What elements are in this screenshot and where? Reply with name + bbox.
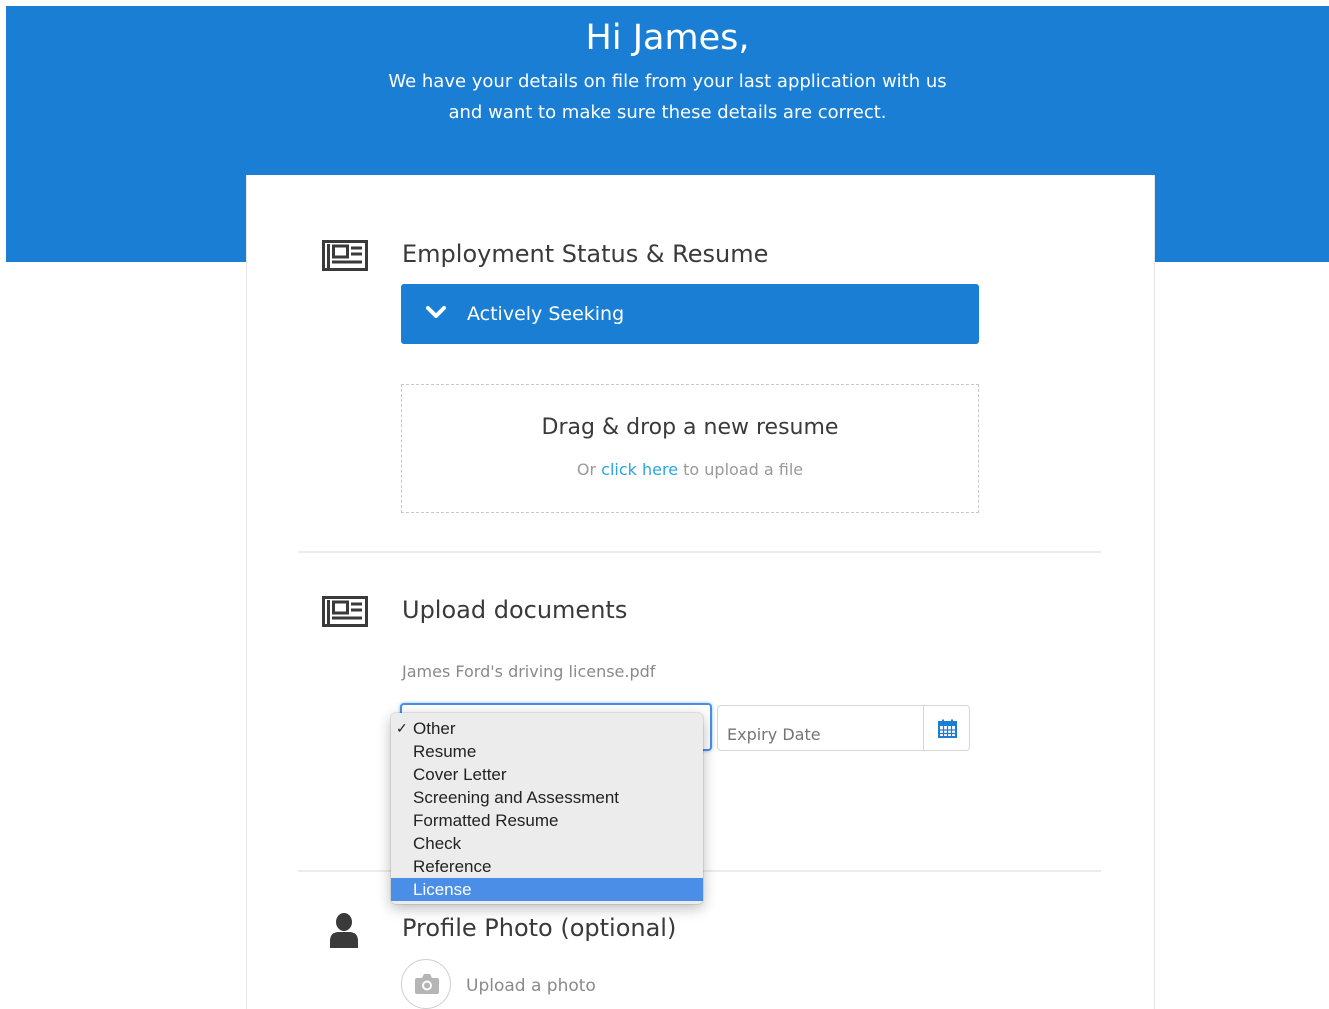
resume-dropzone[interactable]: Drag & drop a new resume Or click here t…	[401, 384, 979, 513]
camera-icon	[415, 974, 439, 994]
profile-photo-section-title: Profile Photo (optional)	[402, 914, 677, 942]
dropdown-option-label: Check	[413, 834, 462, 853]
document-filename: James Ford's driving license.pdf	[402, 662, 656, 681]
dropdown-option-label: Resume	[413, 742, 477, 761]
upload-photo-button[interactable]	[401, 959, 451, 1009]
expiry-date-input[interactable]	[717, 705, 923, 751]
chevron-down-icon	[426, 306, 446, 318]
calendar-icon	[938, 719, 957, 738]
dropdown-option-label: Formatted Resume	[413, 811, 559, 830]
section-divider	[298, 551, 1101, 553]
upload-photo-label[interactable]: Upload a photo	[466, 975, 596, 997]
intro-line-1: We have your details on file from your l…	[388, 71, 947, 92]
dropdown-option-label: License	[413, 880, 472, 899]
dropzone-subtitle: Or click here to upload a file	[402, 459, 978, 481]
greeting: Hi James,	[585, 18, 750, 58]
click-here-link[interactable]: click here	[601, 460, 678, 479]
dropdown-option-label: Cover Letter	[413, 765, 507, 784]
dropzone-suffix: to upload a file	[678, 460, 804, 479]
intro-text: We have your details on file from your l…	[6, 66, 1329, 128]
newspaper-icon	[322, 596, 368, 627]
dropdown-option[interactable]: Formatted Resume	[391, 809, 703, 832]
dropdown-option[interactable]: Resume	[391, 740, 703, 763]
dropdown-option-label: Reference	[413, 857, 492, 876]
dropdown-option[interactable]: Cover Letter	[391, 763, 703, 786]
dropdown-option[interactable]: Reference	[391, 855, 703, 878]
check-icon: ✓	[396, 720, 408, 736]
employment-status-dropdown[interactable]: Actively Seeking	[401, 284, 979, 344]
employment-section-title: Employment Status & Resume	[402, 240, 769, 268]
intro-line-2: and want to make sure these details are …	[448, 102, 887, 123]
document-type-options: ✓ Other Resume Cover Letter Screening and As…	[391, 713, 703, 904]
dropdown-option-label: Other	[413, 719, 456, 738]
dropzone-title: Drag & drop a new resume	[541, 415, 839, 440]
dropzone-prefix: Or	[576, 460, 602, 479]
newspaper-icon	[322, 240, 368, 271]
dropdown-option[interactable]: ✓ Other	[391, 717, 703, 740]
documents-section-title: Upload documents	[402, 596, 628, 624]
calendar-button[interactable]	[923, 705, 970, 751]
dropdown-option[interactable]: Check	[391, 832, 703, 855]
dropdown-option-label: Screening and Assessment	[413, 788, 620, 807]
employment-status-label: Actively Seeking	[467, 303, 625, 325]
user-icon	[330, 913, 358, 948]
dropdown-option[interactable]: License	[391, 878, 703, 901]
dropdown-option[interactable]: Screening and Assessment	[391, 786, 703, 809]
